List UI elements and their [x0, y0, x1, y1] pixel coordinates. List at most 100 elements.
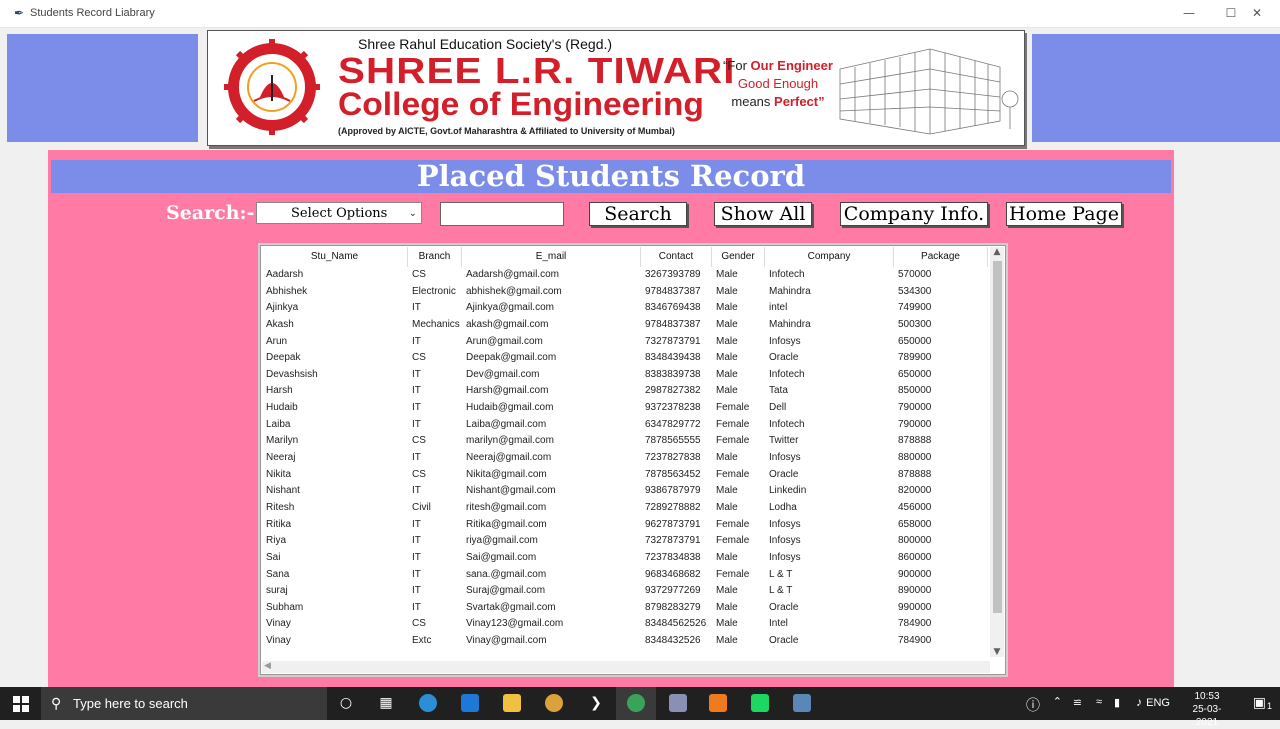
table-row[interactable]: Sana IT sana.@gmail.com 9683468682 Female L &… [262, 567, 988, 584]
notifications-icon[interactable]: ▣ [1253, 694, 1266, 711]
scroll-thumb[interactable] [993, 261, 1002, 613]
table-row[interactable]: Marilyn CS marilyn@gmail.com 7878565555 Fema… [262, 433, 988, 450]
company-info-button[interactable]: Company Info. [840, 202, 988, 226]
column-header[interactable]: Contact [641, 247, 712, 267]
search-options-select[interactable]: Select Options ⌄ [256, 202, 422, 224]
mail-icon[interactable] [458, 687, 482, 720]
scroll-up-icon[interactable]: ▲ [990, 247, 1004, 257]
table-cell: Male [716, 352, 738, 364]
clock-time: 10:53 [1194, 691, 1220, 702]
table-cell: IT [412, 418, 421, 430]
left-banner-band [7, 34, 198, 142]
table-cell: Mechanics [412, 318, 460, 330]
scroll-down-icon[interactable]: ▼ [990, 647, 1004, 657]
task-view-icon[interactable]: ▦ [374, 687, 398, 720]
scroll-left-icon[interactable]: ◀ [264, 661, 271, 671]
table-row[interactable]: Riya IT riya@gmail.com 7327873791 Female Info… [262, 533, 988, 550]
table-row[interactable]: Vinay Extc Vinay@gmail.com 8348432526 Male Or… [262, 633, 988, 650]
volume-icon[interactable]: ♪ [1136, 695, 1142, 709]
taskbar-clock[interactable]: 10:53 25-03-2021 [1182, 690, 1232, 729]
chevron-up-icon[interactable]: ⌃ [1053, 695, 1062, 708]
table-row[interactable]: Vinay CS Vinay123@gmail.com 83484562526 Male… [262, 616, 988, 633]
table-row[interactable]: Nikita CS Nikita@gmail.com 7878563452 Female… [262, 467, 988, 484]
xampp-icon[interactable] [706, 687, 730, 720]
table-row[interactable]: Neeraj IT Neeraj@gmail.com 7237827838 Male In… [262, 450, 988, 467]
search-button[interactable]: Search [589, 202, 687, 226]
table-row[interactable]: Laiba IT Laiba@gmail.com 6347829772 Female In… [262, 417, 988, 434]
table-cell: 820000 [898, 485, 932, 497]
table-cell: Infosys [769, 518, 801, 530]
file-explorer-icon[interactable] [500, 687, 524, 720]
table-cell: Male [716, 585, 738, 597]
table-row[interactable]: Ritesh Civil ritesh@gmail.com 7289278882 Mal… [262, 500, 988, 517]
table-cell: Electronic [412, 285, 456, 297]
table-cell: 456000 [898, 501, 932, 513]
table-cell: Vinay123@gmail.com [466, 618, 564, 630]
table-cell: CS [412, 352, 426, 364]
table-cell: Sai [266, 551, 281, 563]
search-icon: ⚲ [51, 695, 62, 711]
table-row[interactable]: Ritika IT Ritika@gmail.com 9627873791 Female… [262, 517, 988, 534]
table-cell: Male [716, 368, 738, 380]
devcpp-icon[interactable] [666, 687, 690, 720]
college-building-sketch [839, 48, 1019, 135]
pycharm-icon[interactable] [748, 687, 772, 720]
column-header[interactable]: E_mail [462, 247, 641, 267]
table-row[interactable]: Arun IT Arun@gmail.com 7327873791 Male Infosy… [262, 334, 988, 351]
table-cell: 8798283279 [645, 601, 701, 613]
windows-start-icon[interactable] [0, 687, 41, 720]
language-indicator[interactable]: ENG [1146, 697, 1170, 709]
table-row[interactable]: Deepak CS Deepak@gmail.com 8348439438 Male Or… [262, 350, 988, 367]
help-icon[interactable]: ⓘ [1026, 695, 1040, 715]
table-cell: Arun@gmail.com [466, 335, 543, 347]
wifi-icon[interactable]: ≈ [1096, 696, 1102, 708]
python-app-icon[interactable] [790, 687, 814, 720]
vscode-icon[interactable]: ❯ [584, 687, 608, 720]
table-row[interactable]: Devashsish IT Dev@gmail.com 8383839738 Male I… [262, 367, 988, 384]
cortana-icon[interactable]: ○ [334, 687, 358, 720]
search-input[interactable] [440, 202, 564, 226]
table-cell: Ajinkya@gmail.com [466, 302, 554, 314]
table-cell: Infotech [769, 418, 805, 430]
table-cell: riya@gmail.com [466, 535, 538, 547]
column-header[interactable]: Gender [712, 247, 765, 267]
table-body: Aadarsh CS Aadarsh@gmail.com 3267393789 Male… [262, 267, 988, 650]
taskbar-search[interactable]: ⚲ Type here to search [41, 687, 327, 720]
table-row[interactable]: suraj IT Suraj@gmail.com 9372977269 Male L & … [262, 583, 988, 600]
table-cell: L & T [769, 585, 793, 597]
show-all-button[interactable]: Show All [714, 202, 812, 226]
table-cell: suraj [266, 585, 288, 597]
table-cell: Infotech [769, 368, 805, 380]
table-cell: 850000 [898, 385, 932, 397]
table-cell: Abhishek [266, 285, 308, 297]
network-icon[interactable]: ≌ [1073, 696, 1082, 709]
table-row[interactable]: Nishant IT Nishant@gmail.com 9386787979 Male… [262, 483, 988, 500]
students-table[interactable]: Stu_Name Branch E_mail Contact Gender Co… [258, 243, 1008, 677]
minimize-button[interactable]: — [1166, 0, 1212, 27]
table-row[interactable]: Abhishek Electronic abhishek@gmail.com 9784… [262, 284, 988, 301]
table-row[interactable]: Aadarsh CS Aadarsh@gmail.com 3267393789 Male… [262, 267, 988, 284]
table-cell: IT [412, 601, 421, 613]
column-header[interactable]: Company [765, 247, 894, 267]
column-header[interactable]: Stu_Name [262, 247, 408, 267]
close-button[interactable]: ✕ [1234, 0, 1280, 27]
table-row[interactable]: Harsh IT Harsh@gmail.com 2987827382 Male Tata… [262, 383, 988, 400]
column-header[interactable]: Package [894, 247, 988, 267]
table-row[interactable]: Akash Mechanics akash@gmail.com 9784837387 M… [262, 317, 988, 334]
column-header[interactable]: Branch [408, 247, 462, 267]
table-row[interactable]: Sai IT Sai@gmail.com 7237834838 Male Infosys 8… [262, 550, 988, 567]
table-row[interactable]: Subham IT Svartak@gmail.com 8798283279 Male O… [262, 600, 988, 617]
table-row[interactable]: Ajinkya IT Ajinkya@gmail.com 8346769438 Male… [262, 300, 988, 317]
table-cell: 500300 [898, 318, 932, 330]
clock-date: 25-03-2021 [1192, 704, 1222, 728]
horizontal-scrollbar[interactable]: ◀ [262, 661, 990, 673]
table-cell: marilyn@gmail.com [466, 435, 554, 447]
home-page-button[interactable]: Home Page [1006, 202, 1122, 226]
chrome-icon[interactable] [542, 687, 566, 720]
table-row[interactable]: Hudaib IT Hudaib@gmail.com 9372378238 Female… [262, 400, 988, 417]
chrome-active-icon[interactable] [616, 687, 656, 720]
battery-icon[interactable]: ▮ [1114, 696, 1120, 709]
vertical-scrollbar[interactable]: ▲ ▼ [990, 247, 1004, 657]
edge-browser-icon[interactable] [416, 687, 440, 720]
table-cell: Hudaib [266, 402, 298, 414]
